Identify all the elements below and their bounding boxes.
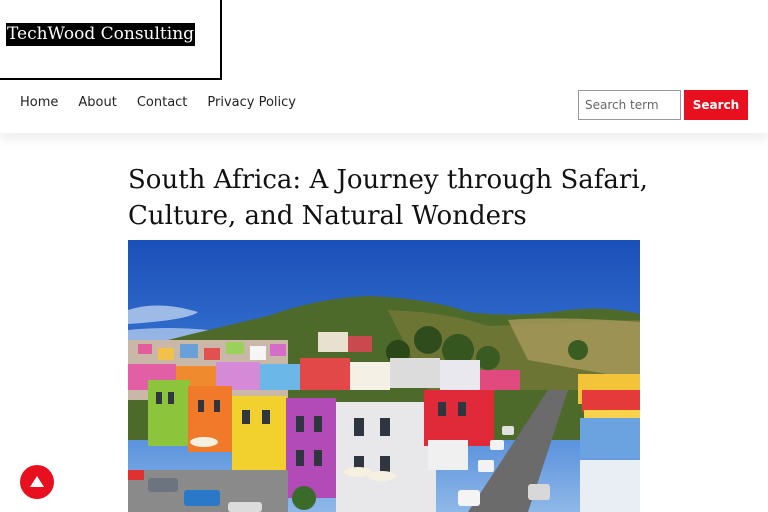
nav-item-contact[interactable]: Contact [137,94,188,112]
article-hero-image [128,240,640,512]
nav-item-privacy-policy[interactable]: Privacy Policy [207,94,296,112]
search-input[interactable] [578,90,681,120]
search-form: Search [578,90,748,120]
site-logo-box[interactable]: TechWood Consulting [0,0,222,80]
arrow-up-icon [30,476,44,487]
site-header: TechWood Consulting Home About Contact P… [0,0,768,133]
nav-item-about[interactable]: About [78,94,116,112]
scroll-to-top-button[interactable] [20,465,54,499]
article-title: South Africa: A Journey through Safari, … [128,165,648,231]
nav-item-home[interactable]: Home [20,94,58,112]
site-title[interactable]: TechWood Consulting [6,23,196,46]
main-nav: Home About Contact Privacy Policy [20,94,316,112]
search-button[interactable]: Search [684,90,748,120]
